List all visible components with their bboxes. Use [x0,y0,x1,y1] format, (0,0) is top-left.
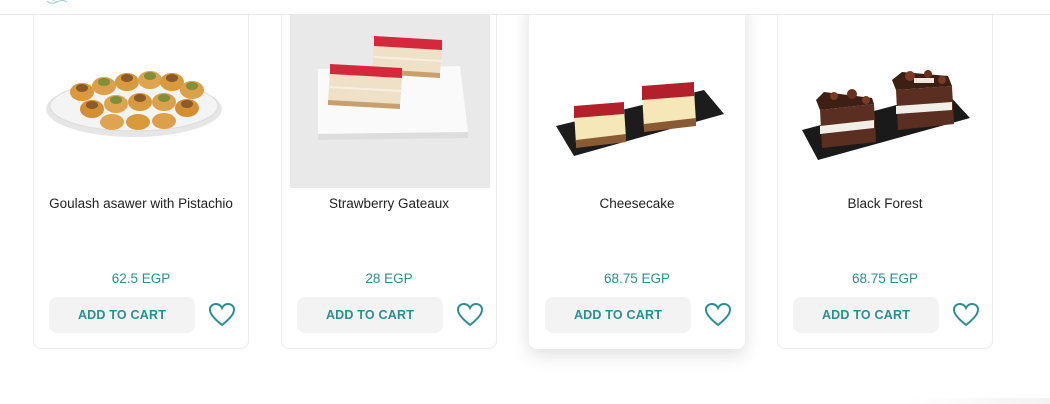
strawberry-gateaux-image[interactable] [290,14,490,188]
product-price: 68.75 EGP [851,271,919,286]
heart-outline-icon[interactable] [208,302,236,328]
product-price: 28 EGP [365,271,413,286]
heart-outline-icon[interactable] [704,302,732,328]
product-price: 68.75 EGP [603,271,671,286]
add-to-cart-button[interactable]: ADD TO CART [793,297,939,333]
product-card[interactable]: Goulash asawer with Pistachio 62.5 EGP A… [33,0,249,349]
product-name[interactable]: Strawberry Gateaux [282,196,496,211]
product-card[interactable]: Strawberry Gateaux 28 EGP ADD TO CART [281,0,497,349]
black-forest-image[interactable] [786,14,986,188]
top-header-bar [0,0,1050,15]
goulash-tray-image[interactable] [42,14,242,188]
add-to-cart-button[interactable]: ADD TO CART [49,297,195,333]
product-name[interactable]: Black Forest [778,196,992,211]
add-to-cart-button[interactable]: ADD TO CART [297,297,443,333]
add-to-cart-button[interactable]: ADD TO CART [545,297,691,333]
logo-icon[interactable] [45,0,69,6]
product-price: 62.5 EGP [111,271,171,286]
heart-outline-icon[interactable] [952,302,980,328]
cheesecake-image[interactable] [538,14,738,188]
floating-widget-edge [905,398,1050,404]
product-card[interactable]: Black Forest 68.75 EGP ADD TO CART [777,0,993,349]
product-card[interactable]: Cheesecake 68.75 EGP ADD TO CART [529,0,745,349]
product-grid: Goulash asawer with Pistachio 62.5 EGP A… [0,0,1050,404]
product-name[interactable]: Goulash asawer with Pistachio [34,196,248,211]
product-name[interactable]: Cheesecake [530,196,744,211]
heart-outline-icon[interactable] [456,302,484,328]
